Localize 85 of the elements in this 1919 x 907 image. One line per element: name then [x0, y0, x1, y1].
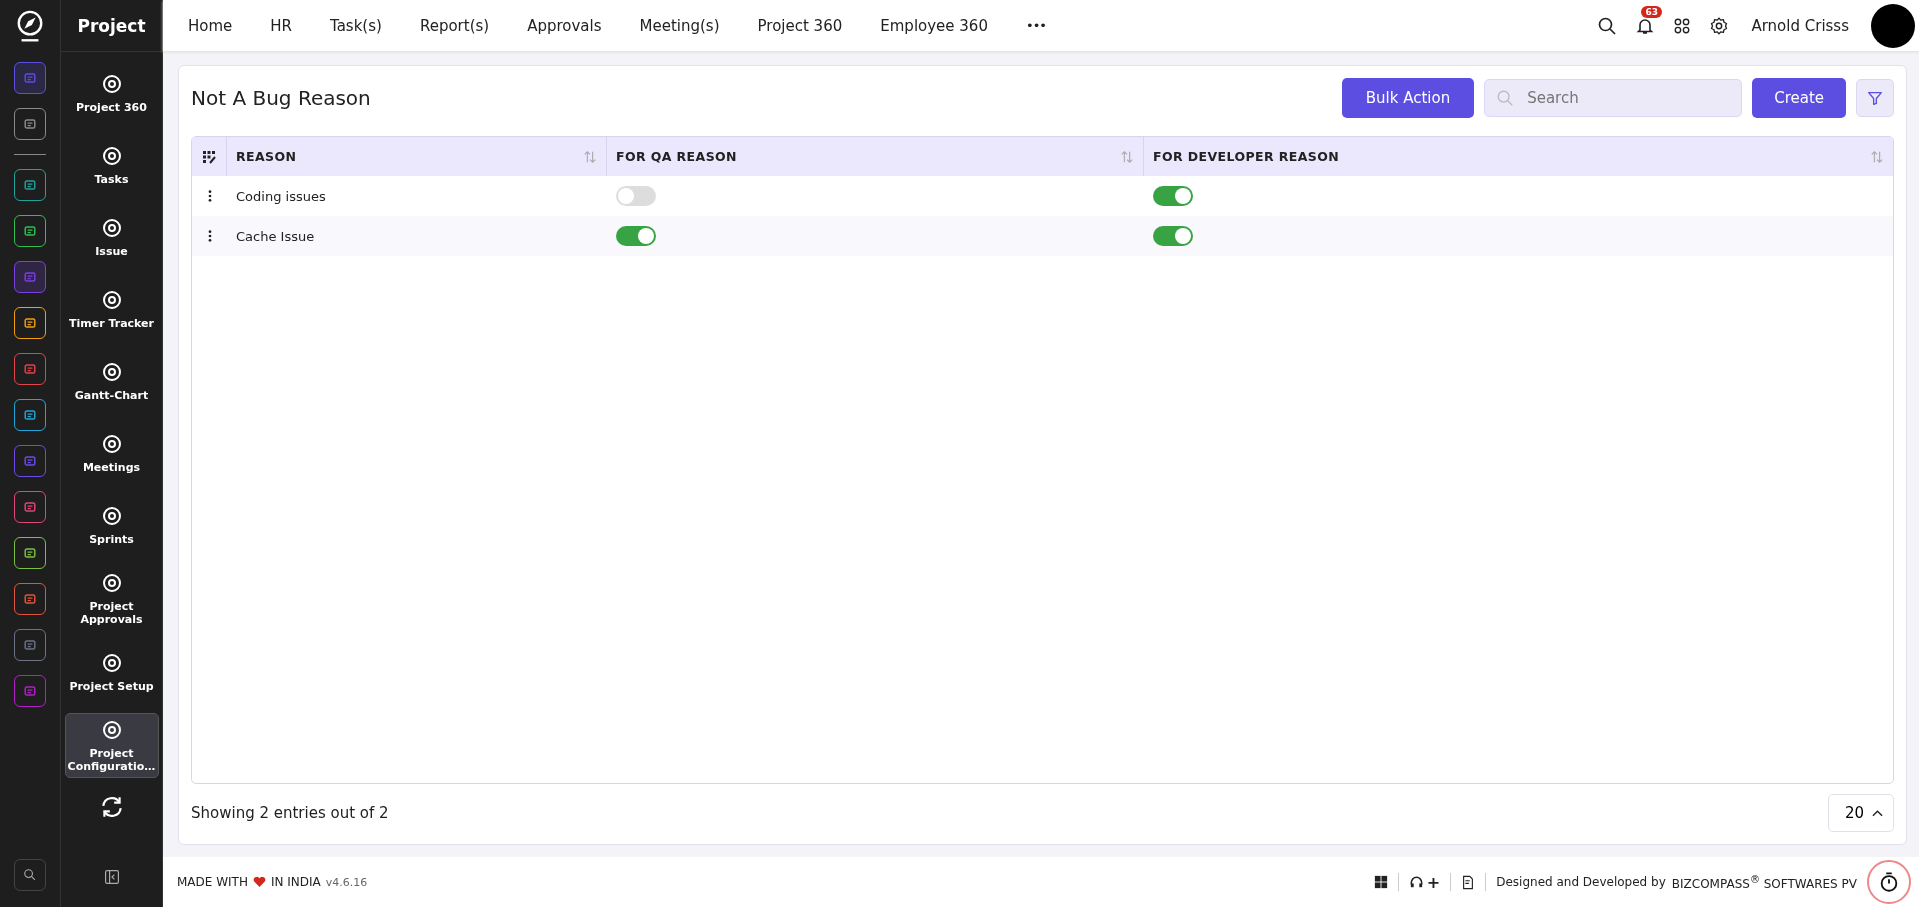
sidebar-item[interactable]: Timer Tracker [64, 278, 159, 340]
top-nav-link[interactable]: Project 360 [757, 16, 843, 35]
entries-summary: Showing 2 entries out of 2 [191, 804, 389, 822]
app-shortcut-button[interactable] [14, 675, 46, 707]
column-settings-icon[interactable] [202, 149, 216, 164]
module-card-icon [22, 223, 38, 239]
chevron-up-icon [1872, 809, 1883, 817]
top-nav-link[interactable]: Report(s) [419, 16, 490, 35]
create-button[interactable]: Create [1752, 78, 1846, 118]
module-card-icon [22, 269, 38, 285]
sidebar-item[interactable]: Tasks [64, 134, 159, 196]
filter-button[interactable] [1856, 79, 1894, 117]
top-nav-link[interactable]: Home [188, 16, 233, 35]
settings-icon[interactable] [1709, 15, 1730, 36]
module-card-icon [22, 453, 38, 469]
sidebar-item[interactable]: Sprints [64, 494, 159, 556]
table-cell: Coding issues [236, 188, 326, 204]
row-menu-icon[interactable] [207, 190, 212, 202]
sidebar-item[interactable]: Project 360 [64, 62, 159, 124]
document-icon[interactable] [1461, 874, 1476, 890]
sidebar-item[interactable]: Gantt-Chart [64, 350, 159, 412]
apps-grid-icon[interactable] [1673, 16, 1692, 35]
version-text: v4.6.16 [325, 875, 368, 889]
toggle-switch[interactable] [1153, 186, 1193, 206]
module-title: Project [61, 0, 162, 52]
module-card-icon [22, 116, 38, 132]
app-shortcut-button[interactable] [14, 353, 46, 385]
module-card-icon [22, 407, 38, 423]
module-card-icon [22, 70, 38, 86]
credit-text: Designed and Developed by [1496, 875, 1666, 889]
heart-icon [252, 876, 266, 888]
more-menu[interactable]: ••• [1025, 18, 1046, 33]
sidebar-item[interactable]: Issue [64, 206, 159, 268]
plus-text[interactable]: + [1426, 872, 1441, 892]
top-nav-link[interactable]: Task(s) [330, 16, 382, 35]
notification-count: 63 [1641, 5, 1662, 18]
module-card-icon [22, 499, 38, 515]
module-card-icon [22, 361, 38, 377]
module-card-icon [22, 177, 38, 193]
app-shortcut-button[interactable] [14, 583, 46, 615]
module-card-icon [22, 315, 38, 331]
module-card-icon [22, 545, 38, 561]
module-card-icon [22, 637, 38, 653]
sidebar-item[interactable]: Project Approvals [64, 566, 159, 631]
search-icon[interactable] [1597, 15, 1618, 36]
column-header: FOR QA REASON [616, 149, 737, 164]
toggle-switch[interactable] [616, 226, 656, 246]
table-cell: Cache Issue [236, 228, 315, 244]
toggle-switch[interactable] [1153, 226, 1193, 246]
app-shortcut-button[interactable] [14, 537, 46, 569]
filter-icon [1866, 89, 1884, 107]
page-size-select[interactable]: 20 [1827, 794, 1894, 832]
sidebar-item[interactable]: Meetings [64, 422, 159, 484]
made-with-text: MADE WITH [177, 875, 248, 889]
top-nav-link[interactable]: Approvals [527, 16, 602, 35]
user-name[interactable]: Arnold Crisss [1751, 16, 1849, 35]
stopwatch-icon [1878, 871, 1900, 893]
module-card-icon [22, 683, 38, 699]
app-shortcut-button[interactable] [14, 399, 46, 431]
module-card-icon [22, 591, 38, 607]
top-nav-link[interactable]: HR [270, 16, 292, 35]
avatar[interactable] [1871, 3, 1915, 48]
app-shortcut-button[interactable] [14, 629, 46, 661]
top-nav-link[interactable]: Meeting(s) [639, 16, 720, 35]
stopwatch-button[interactable] [1867, 860, 1911, 904]
search-field[interactable]: Search [1484, 79, 1743, 117]
compass-logo-icon[interactable] [15, 8, 45, 44]
app-shortcut-button[interactable] [14, 491, 46, 523]
app-shortcut-button[interactable] [14, 108, 46, 140]
app-shortcut-button[interactable] [14, 307, 46, 339]
row-menu-icon[interactable] [207, 230, 212, 242]
sidebar-item[interactable]: Project Configuratio… [64, 713, 159, 778]
page-title: Not A Bug Reason [191, 86, 371, 110]
top-nav-link[interactable]: Employee 360 [880, 16, 988, 35]
headset-icon[interactable] [1408, 874, 1424, 890]
windows-icon[interactable] [1373, 875, 1388, 889]
app-shortcut-button[interactable] [14, 215, 46, 247]
bulk-action-button[interactable]: Bulk Action [1341, 78, 1475, 118]
column-header: FOR DEVELOPER REASON [1153, 149, 1340, 164]
app-shortcut-button[interactable] [14, 169, 46, 201]
sidebar-item[interactable]: Project Setup [64, 641, 159, 703]
toggle-switch[interactable] [616, 186, 656, 206]
company-name: BIZCOMPASS$^{®}$ SOFTWARES PV [1671, 873, 1857, 891]
column-header: REASON [236, 149, 297, 164]
in-india-text: IN INDIA [270, 875, 321, 889]
